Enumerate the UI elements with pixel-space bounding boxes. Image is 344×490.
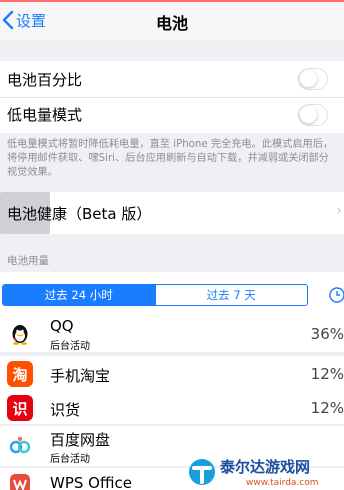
shihuo-icon: 识 — [7, 395, 33, 421]
svg-text:www.tairda.com: www.tairda.com — [246, 478, 319, 488]
app-name: 手机淘宝 — [50, 367, 111, 385]
clock-icon — [329, 287, 344, 303]
wps-office-icon — [7, 471, 33, 490]
low-power-mode-label: 低电量模式 — [7, 106, 83, 124]
usage-time-toggle-button[interactable] — [324, 284, 344, 306]
taobao-icon: 淘 — [7, 361, 33, 387]
app-usage-percentage: 12% — [310, 399, 344, 417]
app-name: 百度网盘 — [50, 431, 111, 449]
watermark-logo-icon: 泰尔达游戏网 www.tairda.com — [189, 458, 319, 488]
app-name: WPS Office — [50, 474, 132, 490]
low-power-mode-toggle[interactable] — [298, 104, 328, 126]
app-activity: 后台活动 — [50, 454, 90, 465]
battery-percentage-row: 电池百分比 — [0, 61, 344, 97]
app-usage-percentage: 36% — [310, 325, 344, 343]
app-usage-row[interactable]: 识 识货 12% — [0, 392, 344, 424]
page-title: 电池 — [155, 14, 188, 33]
battery-percentage-toggle[interactable] — [298, 68, 328, 90]
app-activity: 后台活动 — [50, 341, 90, 352]
navigation-bar: 设置 电池 — [0, 2, 344, 40]
app-name: 识货 — [50, 401, 81, 419]
battery-health-label: 电池健康（Beta 版） — [7, 205, 152, 223]
segment-last-24-hours[interactable]: 过去 24 小时 — [3, 285, 155, 305]
battery-usage-header: 电池用量 — [7, 255, 49, 267]
shihuo-icon-glyph: 识 — [12, 399, 28, 418]
app-usage-percentage: 12% — [310, 365, 344, 383]
usage-period-segmented-control: 过去 24 小时 过去 7 天 — [2, 284, 308, 306]
site-watermark: 泰尔达游戏网 www.tairda.com — [184, 450, 344, 490]
qq-icon — [7, 321, 33, 347]
low-power-mode-description: 低电量模式将暂时降低耗电量，直至 iPhone 完全充电。此模式启用后，将停用邮… — [7, 139, 334, 178]
app-usage-row[interactable]: QQ 后台活动 36% — [0, 316, 344, 352]
low-power-mode-row: 低电量模式 — [0, 98, 344, 133]
segment-last-7-days[interactable]: 过去 7 天 — [154, 285, 308, 305]
baidu-netdisk-icon — [7, 433, 33, 459]
app-name: QQ — [50, 317, 74, 335]
app-usage-row[interactable]: 淘 手机淘宝 12% — [0, 356, 344, 392]
battery-percentage-label: 电池百分比 — [7, 71, 83, 89]
taobao-icon-glyph: 淘 — [12, 365, 28, 384]
chevron-right-icon: › — [336, 203, 342, 219]
svg-text:泰尔达游戏网: 泰尔达游戏网 — [219, 458, 310, 476]
